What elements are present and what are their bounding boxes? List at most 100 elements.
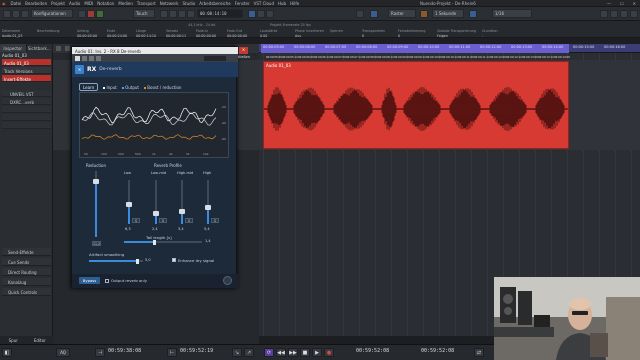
audio-clip[interactable]: Audio 01_03 00:00:05:00 00:00:05:12 00:00:… [263,56,570,149]
position-display-primary[interactable]: 00:59:52:08 [356,348,389,354]
quantize-dropdown[interactable]: 1/16 [492,9,532,18]
band-solo-button[interactable]: S [132,218,140,223]
tab-inspector[interactable]: Inspector [0,44,27,52]
punch-out-icon[interactable]: ↗ [244,348,254,357]
info-column[interactable]: Länge 00:00:14:10 [136,29,156,39]
section-channel-strip[interactable]: Kanalzug [2,278,51,286]
snap-toggle-button[interactable] [370,10,378,18]
snap-type-dropdown[interactable]: Raster [388,9,416,18]
info-column[interactable]: Versatz 00:00:00:11 [166,29,186,39]
output-reverb-checkbox[interactable] [105,278,109,283]
insert-slot-5[interactable] [2,122,51,129]
info-column[interactable]: Phase invertieren Aus [295,29,324,39]
mixer-button[interactable] [620,10,628,18]
stop-icon[interactable]: ■ [300,348,310,357]
preset-dropdown[interactable] [204,55,226,61]
section-cue-sends[interactable]: Cue Sends [2,258,51,266]
menu-item[interactable]: Audio [69,1,80,6]
media-bay-button[interactable] [610,10,618,18]
stop-button[interactable] [257,10,265,18]
tab-visibility[interactable]: Sichtbark... [27,44,53,52]
insert-slot-4[interactable] [2,114,51,121]
inspector-row-track[interactable]: Audio 01_03 [2,59,51,66]
menu-item[interactable]: Projekt [51,1,65,6]
tool-range-button[interactable] [169,10,177,18]
bypass-button[interactable]: Bypass [79,277,100,284]
timeline-ruler[interactable]: 00:00:05:00 00:00:06:00 00:00:07:00 00:00:0… [259,44,640,53]
section-quick-controls[interactable]: Quick Controls [2,288,51,296]
record-button[interactable] [266,10,274,18]
band-solo-button[interactable]: S [211,218,219,223]
band-solo-button[interactable]: S [159,218,167,223]
learn-button[interactable]: Learn [79,83,99,91]
punch-in-icon[interactable]: ↘ [232,348,242,357]
section-send-effects[interactable]: Send-Effekte [2,248,51,256]
play-icon[interactable]: ▶ [312,348,322,357]
menu-item[interactable]: Hub [278,1,286,6]
config-dropdown[interactable]: Konfigurationen [31,9,73,18]
grid-toggle-button[interactable] [420,10,428,18]
sync-icon[interactable]: ⇄ [474,348,484,357]
menu-item[interactable]: Netzwerk [160,1,179,6]
inspector-row-inserts[interactable]: Insert-Effekte [2,75,51,82]
tab-track[interactable]: Spur [0,336,27,344]
minimize-icon[interactable]: — [607,1,611,6]
quantize-toggle-button[interactable] [469,10,477,18]
menu-item[interactable]: Notation [97,1,114,6]
tail-length-slider[interactable] [124,239,202,245]
color-tool-button[interactable] [600,10,608,18]
rewind-icon[interactable]: ◀◀ [276,348,286,357]
menu-item[interactable]: Arbeitsbereiche [199,1,230,6]
lower-zone-toggle-button[interactable] [21,10,29,18]
tool-pointer-button[interactable] [160,10,168,18]
info-column[interactable]: Ende 00:00:24:00 [107,29,127,39]
bypass-icon[interactable] [82,55,87,61]
grid-size-dropdown[interactable]: 1 Sekunde [432,9,464,18]
menu-item[interactable]: VST Cloud [254,1,274,6]
auto-scroll-button[interactable] [356,10,364,18]
write-icon[interactable] [96,55,101,61]
info-column[interactable]: Anfang 00:00:05:00 [77,29,97,39]
tail-length-value[interactable]: 1,4 [205,239,211,243]
position-display[interactable]: 00:00:14:10 [197,9,243,18]
filter-icon[interactable] [65,46,70,51]
insert-slot-1[interactable]: UNVEIL VST [2,90,51,97]
section-direct-routing[interactable]: Direct Routing [2,268,51,276]
info-column[interactable]: Beschreibung [37,29,60,34]
info-column[interactable]: Fade-In 00:00:00:00 [196,29,216,39]
power-icon[interactable] [75,55,80,61]
menu-item[interactable]: Medien [118,1,133,6]
app-logo-icon[interactable]: ◉ [2,1,6,6]
info-column[interactable]: Transponieren 0 [362,29,385,39]
insert-slot-2[interactable]: DXRC...verb [2,98,51,105]
forward-icon[interactable]: ▶▶ [288,348,298,357]
automation-mode-dropdown[interactable]: Touch [133,9,155,18]
band-slider-knob[interactable] [126,202,132,208]
left-zone-toggle-button[interactable] [12,10,20,18]
band-solo-button[interactable]: S [185,218,193,223]
reduction-value[interactable]: 11,2 [92,241,101,246]
reduction-slider-knob[interactable] [93,178,99,184]
inspector-row-versions[interactable]: Track Versions [2,67,51,74]
artifact-smoothing-value[interactable]: 5,0 [145,258,151,262]
position-display-secondary[interactable]: 00:59:52:08 [421,348,454,354]
info-column[interactable]: Sperren [330,29,343,34]
activate-project-button[interactable] [78,10,86,18]
locator-left-icon[interactable]: ⊣ [95,348,105,357]
band-value[interactable]: 3,4 [178,227,184,231]
menu-item[interactable]: Datei [11,1,22,6]
add-track-icon[interactable] [56,46,61,51]
menu-item[interactable]: Bearbeiten [25,1,47,6]
band-value[interactable]: 6,3 [125,227,131,231]
maximize-icon[interactable]: ☐ [620,1,624,6]
tail-length-knob[interactable] [153,239,156,245]
menu-item[interactable]: Fenster [235,1,250,6]
band-slider-knob[interactable] [179,208,185,214]
info-column[interactable]: Fade-Out 00:00:00:00 [227,29,247,39]
info-column[interactable]: Feinabstimmung 0 [398,29,425,39]
right-zone-toggle-button[interactable] [630,10,638,18]
menu-item[interactable]: Transport [137,1,156,6]
menu-item[interactable]: Studio [183,1,196,6]
cycle-icon[interactable]: ⟳ [264,348,274,357]
tool-glue-button[interactable] [187,10,195,18]
